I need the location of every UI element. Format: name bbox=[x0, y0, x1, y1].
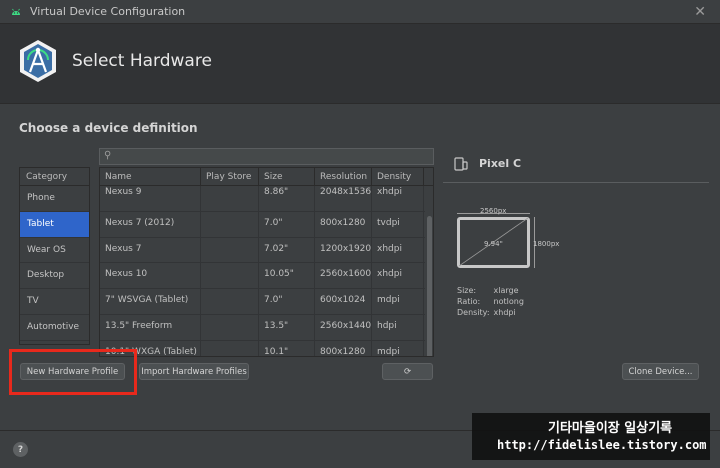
close-icon[interactable]: ✕ bbox=[694, 4, 706, 20]
import-hardware-profiles-button[interactable]: Import Hardware Profiles bbox=[139, 363, 249, 380]
device-specs: Size: xlarge Ratio: notlong Density: xhd… bbox=[457, 285, 524, 318]
category-item-tablet[interactable]: Tablet bbox=[20, 211, 89, 238]
diagonal-label: 9.94" bbox=[484, 240, 503, 248]
cell-name: Nexus 7 (2012) bbox=[100, 211, 201, 237]
cell-resolution: 2560x1600 bbox=[315, 263, 372, 289]
category-item-wear-os[interactable]: Wear OS bbox=[20, 238, 89, 264]
watermark-line-1: 기타마을이장 일상기록 bbox=[548, 421, 673, 436]
cell-density: tvdpi bbox=[372, 211, 424, 237]
table-row[interactable]: Nexus 9 8.86" 2048x1536 xhdpi bbox=[100, 186, 433, 212]
scrollbar-thumb[interactable] bbox=[427, 216, 432, 356]
table-row[interactable]: 13.5" Freeform 13.5" 2560x1440 hdpi bbox=[100, 314, 433, 341]
cell-name: Nexus 10 bbox=[100, 263, 201, 289]
refresh-button[interactable]: ⟳ bbox=[382, 363, 433, 380]
cell-size: 7.0" bbox=[259, 289, 315, 314]
table-row[interactable]: 10.1" WXGA (Tablet) 10.1" 800x1280 mdpi bbox=[100, 340, 433, 356]
cell-density: xhdpi bbox=[372, 263, 424, 289]
category-item-desktop[interactable]: Desktop bbox=[20, 263, 89, 290]
cell-density: xhdpi bbox=[372, 186, 424, 211]
cell-resolution: 1200x1920 bbox=[315, 237, 372, 263]
cell-resolution: 2048x1536 bbox=[315, 186, 372, 211]
preview-divider bbox=[443, 182, 709, 183]
table-row[interactable]: Nexus 10 10.05" 2560x1600 xhdpi bbox=[100, 263, 433, 290]
search-icon: ⚲ bbox=[104, 150, 112, 161]
search-input[interactable]: ⚲ bbox=[99, 148, 434, 165]
cell-play-store bbox=[201, 314, 259, 340]
table-row[interactable]: Nexus 7 (2012) 7.0" 800x1280 tvdpi bbox=[100, 211, 433, 238]
watermark-line-2: http://fidelislee.tistory.com bbox=[497, 438, 707, 452]
cell-size: 7.0" bbox=[259, 211, 315, 237]
android-studio-logo bbox=[20, 40, 56, 82]
cell-size: 13.5" bbox=[259, 314, 315, 340]
column-header-play-store[interactable]: Play Store bbox=[201, 168, 259, 185]
cell-name: 7" WSVGA (Tablet) bbox=[100, 289, 201, 314]
cell-density: hdpi bbox=[372, 314, 424, 340]
cell-size: 10.05" bbox=[259, 263, 315, 289]
cell-play-store bbox=[201, 340, 259, 356]
spec-key: Ratio: bbox=[457, 297, 481, 306]
android-studio-icon bbox=[12, 8, 20, 15]
cell-size: 10.1" bbox=[259, 340, 315, 356]
cell-name: 13.5" Freeform bbox=[100, 314, 201, 340]
title-bar: Virtual Device Configuration ✕ bbox=[0, 0, 720, 24]
category-list: Category Phone Tablet Wear OS Desktop TV… bbox=[19, 167, 90, 345]
page-title: Select Hardware bbox=[72, 51, 212, 71]
cell-play-store bbox=[201, 263, 259, 289]
category-item-phone[interactable]: Phone bbox=[20, 186, 89, 212]
cell-play-store bbox=[201, 186, 259, 211]
cell-density: mdpi bbox=[372, 340, 424, 356]
refresh-icon: ⟳ bbox=[403, 366, 412, 377]
category-item-tv[interactable]: TV bbox=[20, 289, 89, 315]
cell-resolution: 800x1280 bbox=[315, 211, 372, 237]
device-table: Name Play Store Size Resolution Density … bbox=[99, 167, 434, 357]
cell-play-store bbox=[201, 211, 259, 237]
cell-size: 8.86" bbox=[259, 186, 315, 211]
table-row[interactable]: 7" WSVGA (Tablet) 7.0" 600x1024 mdpi bbox=[100, 289, 433, 315]
spec-key: Size: bbox=[457, 286, 477, 295]
window-title: Virtual Device Configuration bbox=[30, 5, 186, 18]
help-icon[interactable]: ? bbox=[13, 442, 28, 457]
cell-name: Nexus 7 bbox=[100, 237, 201, 263]
cell-resolution: 2560x1440 bbox=[315, 314, 372, 340]
table-header: Name Play Store Size Resolution Density bbox=[100, 168, 433, 186]
column-header-resolution[interactable]: Resolution bbox=[315, 168, 372, 185]
cell-density: xhdpi bbox=[372, 237, 424, 263]
column-header-name[interactable]: Name bbox=[100, 168, 201, 185]
cell-name: Nexus 9 bbox=[100, 186, 201, 211]
cell-resolution: 600x1024 bbox=[315, 289, 372, 314]
table-row[interactable]: Nexus 7 7.02" 1200x1920 xhdpi bbox=[100, 237, 433, 264]
table-scrollbar[interactable] bbox=[425, 186, 433, 356]
spec-value: xlarge bbox=[493, 286, 519, 295]
column-header-density[interactable]: Density bbox=[372, 168, 424, 185]
category-item-automotive[interactable]: Automotive bbox=[20, 315, 89, 341]
preview-device-name: Pixel C bbox=[479, 157, 522, 170]
width-label: 2560px bbox=[480, 207, 507, 215]
spec-value: notlong bbox=[493, 297, 524, 306]
height-label: 1800px bbox=[533, 240, 560, 248]
column-header-size[interactable]: Size bbox=[259, 168, 315, 185]
cell-density: mdpi bbox=[372, 289, 424, 314]
annotation-highlight-box bbox=[9, 349, 137, 395]
devices-icon bbox=[454, 157, 468, 171]
clone-device-button[interactable]: Clone Device... bbox=[622, 363, 699, 380]
spec-key: Density: bbox=[457, 308, 490, 317]
category-header: Category bbox=[20, 168, 89, 186]
cell-play-store bbox=[201, 237, 259, 263]
wizard-header: Select Hardware bbox=[0, 24, 720, 104]
cell-size: 7.02" bbox=[259, 237, 315, 263]
cell-resolution: 800x1280 bbox=[315, 340, 372, 356]
cell-play-store bbox=[201, 289, 259, 314]
spec-value: xhdpi bbox=[493, 308, 516, 317]
section-title: Choose a device definition bbox=[19, 121, 198, 135]
